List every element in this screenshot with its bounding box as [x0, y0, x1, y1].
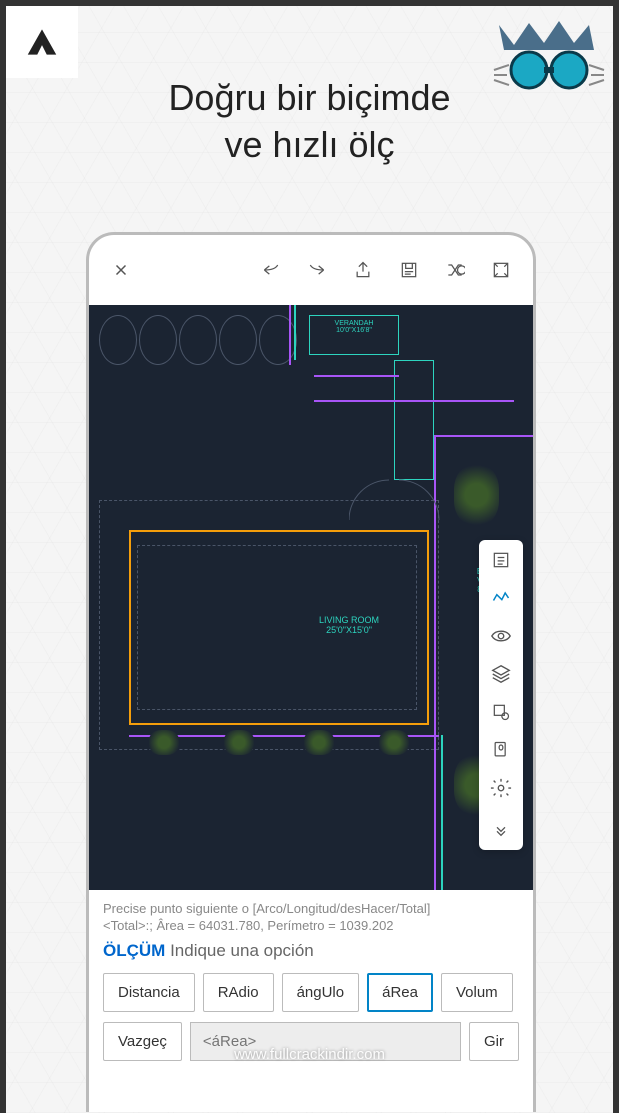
phone-mockup: VERANDAH 10'0"X16'8" LIVING ROOM 25'0"X1… — [86, 232, 536, 1112]
layers-tool-icon[interactable] — [489, 662, 513, 686]
fullscreen-icon[interactable] — [487, 256, 515, 284]
command-prompt-line1: Precise punto siguiente o [Arco/Longitud… — [103, 900, 519, 918]
export-icon[interactable] — [349, 256, 377, 284]
living-room-dim: 25'0"X15'0" — [319, 625, 379, 635]
plant-shape — [379, 730, 409, 755]
shuffle-icon[interactable] — [441, 256, 469, 284]
option-volumen[interactable]: Volum — [441, 973, 513, 1012]
olcum-label: ÖLÇÜM — [103, 941, 165, 960]
toolbar-actions — [257, 256, 515, 284]
wall-segment — [314, 375, 399, 377]
list-tool-icon[interactable] — [489, 548, 513, 572]
redo-icon[interactable] — [303, 256, 331, 284]
measure-prompt: ÖLÇÜM Indique una opción — [103, 941, 519, 961]
headline-line1: Doğru bir biçimde — [0, 75, 619, 122]
undo-icon[interactable] — [257, 256, 285, 284]
option-area[interactable]: áRea — [367, 973, 433, 1012]
save-icon[interactable] — [395, 256, 423, 284]
wall-segment — [294, 305, 296, 360]
plant-shape — [304, 730, 334, 755]
wall-segment — [394, 360, 434, 480]
attach-tool-icon[interactable] — [489, 738, 513, 762]
living-room: LIVING ROOM 25'0"X15'0" — [319, 615, 379, 635]
olcum-text: Indique una opción — [170, 941, 314, 960]
settings-tool-icon[interactable] — [489, 776, 513, 800]
tool-side-panel — [479, 540, 523, 850]
door-arc — [389, 470, 449, 530]
wall-segment — [434, 735, 436, 890]
verandah-room: VERANDAH 10'0"X16'8" — [309, 315, 399, 355]
verandah-dim: 10'0"X16'8" — [310, 327, 398, 334]
command-area: Precise punto siguiente o [Arco/Longitud… — [89, 890, 533, 1071]
app-toolbar — [89, 235, 533, 305]
input-row: Vazgeç Gir — [103, 1022, 519, 1061]
chevron-down-icon[interactable] — [489, 818, 513, 842]
verandah-label: VERANDAH — [310, 320, 398, 327]
ellipse-shapes — [99, 315, 297, 365]
selection-rectangle — [129, 530, 429, 725]
plant-shape — [149, 730, 179, 755]
living-room-label: LIVING ROOM — [319, 615, 379, 625]
drawing-canvas[interactable]: VERANDAH 10'0"X16'8" LIVING ROOM 25'0"X1… — [89, 305, 533, 890]
object-tool-icon[interactable] — [489, 700, 513, 724]
measure-tool-icon[interactable] — [489, 586, 513, 610]
wall-segment — [434, 435, 533, 437]
command-input[interactable] — [190, 1022, 461, 1061]
plant-shape — [454, 465, 499, 525]
wall-segment — [289, 305, 291, 365]
headline: Doğru bir biçimde ve hızlı ölç — [0, 75, 619, 169]
wall-segment — [441, 735, 443, 890]
option-row: Distancia RAdio ángUlo áRea Volum — [103, 973, 519, 1012]
visibility-tool-icon[interactable] — [489, 624, 513, 648]
cancel-button[interactable]: Vazgeç — [103, 1022, 182, 1061]
option-radio[interactable]: RAdio — [203, 973, 274, 1012]
close-icon[interactable] — [107, 256, 135, 284]
command-prompt-line2: <Total>:; Ârea = 64031.780, Perímetro = … — [103, 918, 519, 933]
go-button[interactable]: Gir — [469, 1022, 519, 1061]
option-distancia[interactable]: Distancia — [103, 973, 195, 1012]
autodesk-logo — [6, 6, 78, 78]
headline-line2: ve hızlı ölç — [0, 122, 619, 169]
wall-segment — [314, 400, 514, 402]
option-angulo[interactable]: ángUlo — [282, 973, 360, 1012]
plant-shape — [224, 730, 254, 755]
